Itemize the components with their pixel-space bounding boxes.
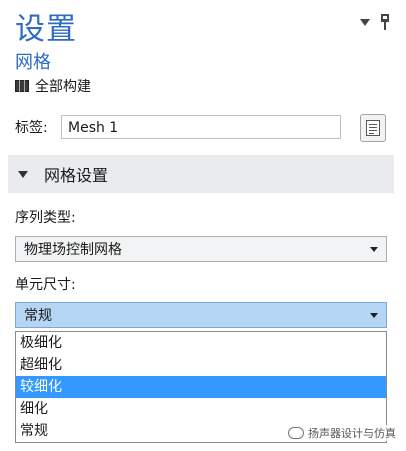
pane-controls [360, 14, 392, 30]
comment-button[interactable] [360, 114, 386, 142]
dropdown-option[interactable]: 细化 [16, 398, 386, 420]
panel-title: 设置 [15, 12, 77, 47]
wechat-icon [288, 427, 304, 439]
collapse-icon [18, 170, 28, 178]
element-size-label: 单元尺寸: [15, 277, 76, 293]
dropdown-option[interactable]: 极细化 [16, 332, 386, 354]
build-all-label: 全部构建 [35, 79, 91, 95]
label-field-label: 标签: [15, 120, 48, 136]
dropdown-option[interactable]: 超细化 [16, 354, 386, 376]
pin-icon[interactable] [378, 14, 392, 30]
watermark: 扬声器设计与仿真 [288, 425, 396, 441]
dropdown-option-highlighted[interactable]: 较细化 [16, 376, 386, 398]
mesh-settings-section-header[interactable]: 网格设置 [8, 155, 394, 193]
sequence-type-select[interactable]: 物理场控制网格 [15, 236, 387, 262]
dropdown-arrow-icon [370, 313, 378, 318]
element-size-value: 常规 [24, 308, 52, 324]
note-icon [366, 120, 380, 136]
sequence-type-label: 序列类型: [15, 210, 76, 226]
pane-menu-icon[interactable] [360, 18, 370, 26]
panel-subtitle: 网格 [15, 52, 51, 73]
label-input[interactable]: Mesh 1 [61, 115, 341, 139]
dropdown-arrow-icon [370, 247, 378, 252]
section-title: 网格设置 [44, 166, 109, 185]
build-all-button[interactable]: 全部构建 [15, 76, 91, 96]
element-size-select[interactable]: 常规 [15, 302, 387, 328]
watermark-text: 扬声器设计与仿真 [308, 427, 396, 440]
sequence-type-value: 物理场控制网格 [24, 242, 122, 258]
label-row: 标签: Mesh 1 [15, 114, 386, 142]
build-all-icon [15, 80, 29, 92]
